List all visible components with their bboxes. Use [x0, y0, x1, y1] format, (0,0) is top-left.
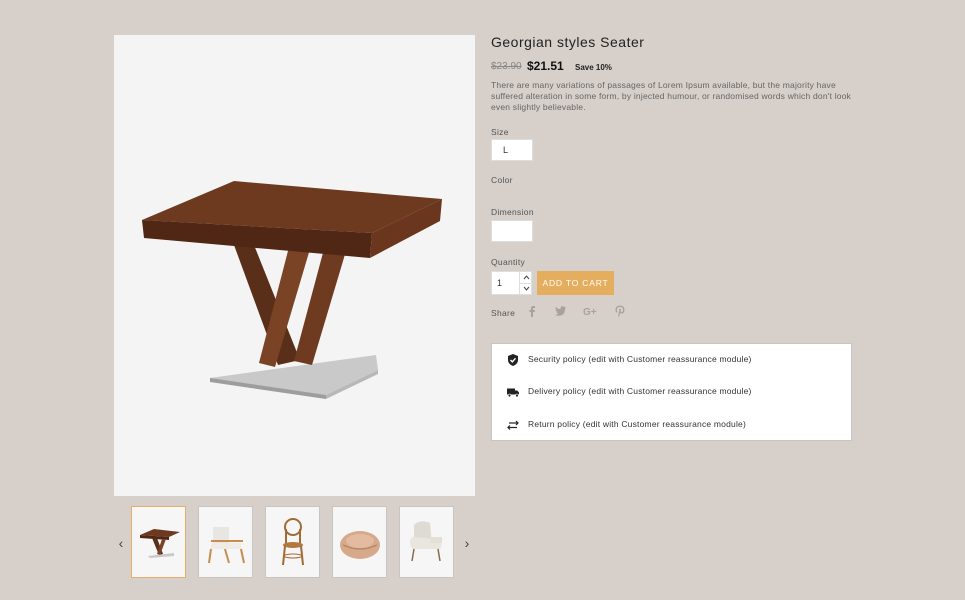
thumbnail-pouf[interactable] — [332, 506, 387, 578]
armchair-thumbnail-image — [208, 527, 245, 564]
thumbnail-prev-arrow[interactable]: ‹ — [115, 536, 127, 550]
old-price: $23.90 — [491, 61, 522, 72]
color-label: Color — [491, 175, 513, 185]
chevron-up-icon — [523, 275, 530, 280]
pinterest-icon[interactable] — [613, 304, 627, 318]
table-thumbnail-image — [140, 529, 180, 558]
share-label: Share — [491, 308, 516, 318]
add-to-cart-button[interactable]: ADD TO CART — [537, 271, 614, 295]
thumbnail-next-arrow[interactable]: › — [461, 536, 473, 550]
thumbnail-armchair[interactable] — [198, 506, 253, 578]
svg-text:G+: G+ — [583, 307, 597, 318]
swap-arrows-icon — [507, 420, 519, 430]
discount-badge: Save 10% — [575, 63, 612, 72]
facebook-icon[interactable] — [525, 304, 539, 318]
google-plus-icon[interactable]: G+ — [583, 304, 597, 318]
wingback-chair-thumbnail-image — [410, 521, 442, 562]
delivery-policy-text: Delivery policy (edit with Customer reas… — [528, 386, 752, 396]
thumbnail-bentwood-chair[interactable] — [265, 506, 320, 578]
thumbnail-strip: ‹ › — [114, 506, 475, 580]
main-product-image[interactable] — [114, 35, 475, 496]
twitter-icon[interactable] — [553, 304, 567, 318]
truck-icon — [507, 388, 519, 398]
dimension-select[interactable] — [491, 220, 533, 242]
thumbnail-table[interactable] — [131, 506, 186, 578]
chevron-down-icon — [523, 286, 530, 291]
product-description: There are many variations of passages of… — [491, 80, 852, 112]
table-illustration — [142, 181, 442, 399]
reassurance-block: Security policy (edit with Customer reas… — [491, 343, 852, 441]
quantity-input[interactable]: 1 — [497, 278, 502, 288]
quantity-decrease-button[interactable] — [519, 283, 533, 294]
return-policy-text: Return policy (edit with Customer reassu… — [528, 419, 746, 429]
dimension-label: Dimension — [491, 207, 534, 217]
shield-check-icon — [508, 354, 518, 366]
thumbnail-wingback-chair[interactable] — [399, 506, 454, 578]
security-policy-text: Security policy (edit with Customer reas… — [528, 354, 752, 364]
current-price: $21.51 — [527, 59, 564, 73]
quantity-stepper[interactable]: 1 — [491, 271, 533, 295]
size-select[interactable]: L — [491, 139, 533, 161]
size-label: Size — [491, 127, 509, 137]
product-title: Georgian styles Seater — [491, 34, 645, 50]
quantity-label: Quantity — [491, 257, 526, 267]
pouf-thumbnail-image — [340, 531, 380, 559]
bentwood-chair-thumbnail-image — [282, 518, 304, 566]
